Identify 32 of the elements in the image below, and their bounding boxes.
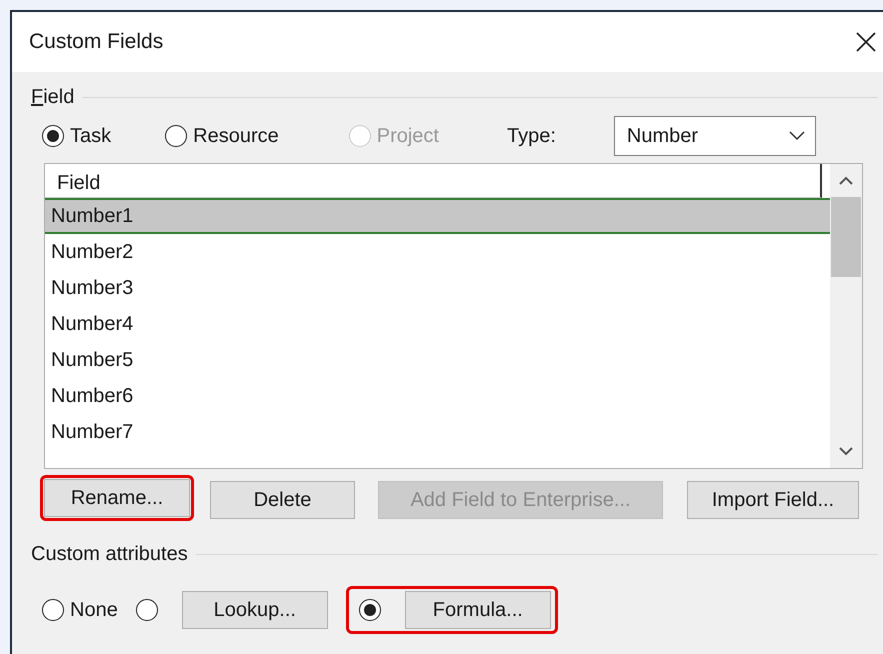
radio-label: Project xyxy=(376,124,439,148)
list-item[interactable]: Number1 xyxy=(45,198,830,234)
type-dropdown[interactable]: Number xyxy=(614,116,816,156)
list-item[interactable]: Number4 xyxy=(45,306,830,342)
radio-label: Resource xyxy=(193,124,279,148)
radio-button[interactable] xyxy=(136,599,158,621)
radio-label: Task xyxy=(70,124,112,148)
radio-button[interactable] xyxy=(42,125,64,147)
action-button[interactable]: Delete xyxy=(210,481,355,519)
radio-button[interactable] xyxy=(358,599,381,621)
radio-label: None xyxy=(70,598,118,622)
list-item[interactable]: Number7 xyxy=(45,414,830,450)
action-button[interactable]: Import Field... xyxy=(687,481,859,519)
chevron-down-icon[interactable] xyxy=(839,447,853,456)
option-button[interactable]: Formula... xyxy=(404,591,551,629)
action-button[interactable]: Rename... xyxy=(44,479,190,517)
group-label: Field xyxy=(31,86,74,109)
scroll-thumb[interactable] xyxy=(831,197,861,277)
chevron-up-icon[interactable] xyxy=(839,176,853,185)
list-item[interactable]: Number3 xyxy=(45,270,830,306)
group-label: Custom attributes xyxy=(31,543,188,566)
close-icon[interactable] xyxy=(856,32,876,52)
window-title: Custom Fields xyxy=(29,30,164,54)
radio-button[interactable] xyxy=(165,125,188,147)
type-label: Type: xyxy=(506,124,556,148)
option-button[interactable]: Lookup... xyxy=(182,591,328,629)
radio-button[interactable] xyxy=(42,599,64,621)
scrollbar[interactable] xyxy=(830,164,862,468)
list-item[interactable]: Number5 xyxy=(45,342,830,378)
list-item[interactable]: Number6 xyxy=(45,378,830,414)
list-item[interactable]: Number2 xyxy=(45,234,830,270)
chevron-down-icon xyxy=(788,131,805,141)
